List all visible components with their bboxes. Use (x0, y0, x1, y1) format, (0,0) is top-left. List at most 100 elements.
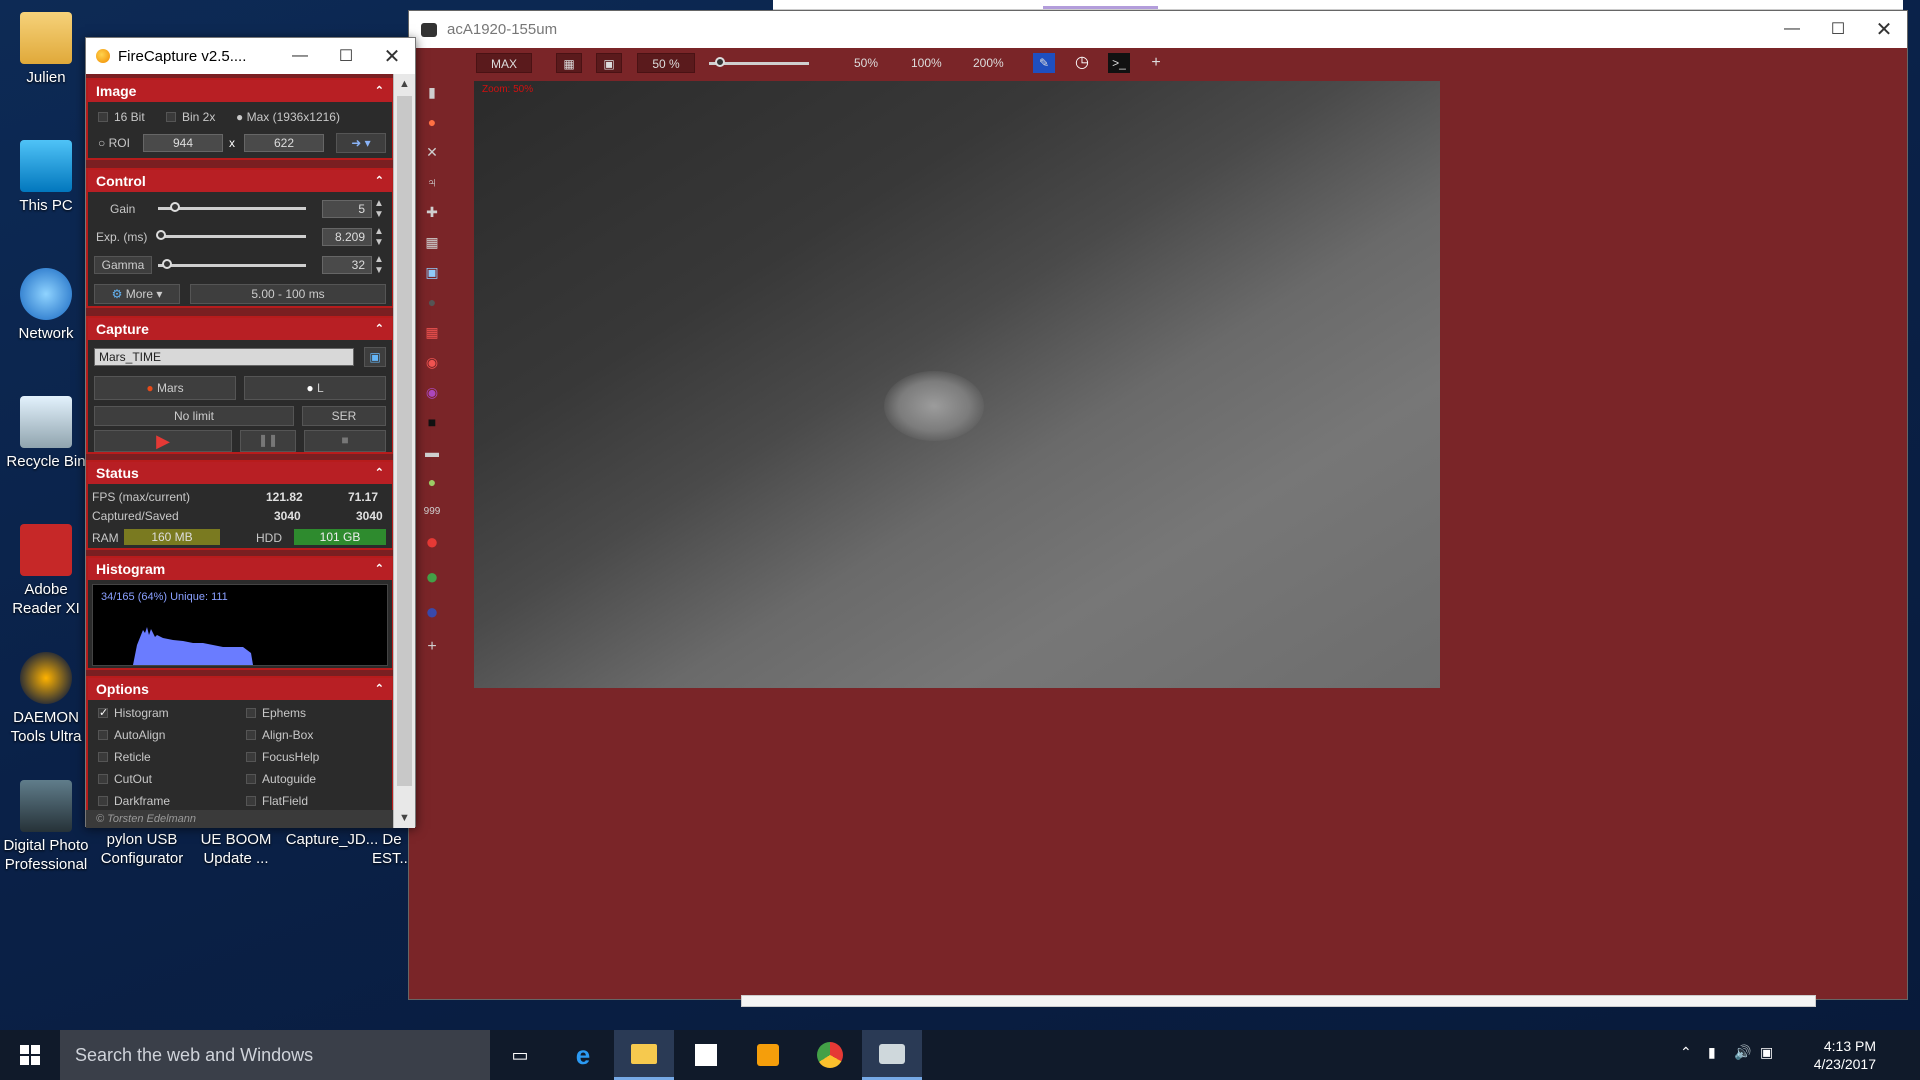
darkframe-option-checkbox[interactable] (98, 796, 108, 806)
maximize-button[interactable]: ☐ (1815, 11, 1861, 47)
desktop-icon-this-pc[interactable]: This PC (0, 140, 94, 215)
collapse-icon[interactable]: ⌃ (375, 318, 384, 340)
autoalign-option-checkbox[interactable] (98, 730, 108, 740)
desktop-icon-network[interactable]: Network (0, 268, 94, 343)
notification-icon[interactable]: ▣ (1760, 1044, 1773, 1061)
status-panel-header[interactable]: Status ⌃ (88, 462, 392, 484)
counter-icon[interactable]: 999 (421, 501, 443, 523)
zoom-slider[interactable] (709, 53, 809, 73)
chrome-icon[interactable] (800, 1030, 860, 1080)
camera-titlebar[interactable]: acA1920-155um — ☐ ✕ (409, 11, 1907, 48)
format-button[interactable]: SER (302, 406, 386, 426)
collapse-icon[interactable]: ⌃ (375, 170, 384, 192)
firecapture-window[interactable]: FireCapture v2.5.... — ☐ ✕ Image ⌃ 16 Bit… (85, 37, 416, 828)
desktop-icon-recycle-bin[interactable]: Recycle Bin (0, 396, 94, 471)
grid-icon[interactable]: ▦ (421, 321, 443, 343)
capture-panel-header[interactable]: Capture ⌃ (88, 318, 392, 340)
add-button[interactable]: + (1147, 53, 1165, 73)
more-button[interactable]: ⚙ More ▾ (94, 284, 180, 304)
gamma-slider-knob[interactable] (162, 259, 172, 269)
capture-limit-button[interactable]: No limit (94, 406, 294, 426)
chat-icon[interactable]: ▣ (421, 261, 443, 283)
gamma-label[interactable]: Gamma (94, 256, 152, 274)
edge-browser-icon[interactable]: e (553, 1030, 613, 1080)
stop-capture-button[interactable]: ■ (304, 430, 386, 452)
full-view-icon[interactable]: ▣ (596, 53, 622, 73)
gain-slider[interactable] (158, 202, 306, 212)
firecapture-scrollbar[interactable]: ▲ ▼ (393, 74, 415, 828)
histogram-option-checkbox[interactable]: ✓ (98, 708, 108, 719)
histogram-panel-header[interactable]: Histogram ⌃ (88, 558, 392, 580)
minus-box-icon[interactable]: ▬ (421, 441, 443, 463)
media-player-icon[interactable] (738, 1030, 798, 1080)
zoom-slider-knob[interactable] (715, 57, 725, 67)
ephems-option-checkbox[interactable] (246, 708, 256, 718)
scroll-up-icon[interactable]: ▲ (394, 74, 415, 94)
zoom-200-button[interactable]: 200% (973, 53, 1021, 73)
collapse-icon[interactable]: ⌃ (375, 80, 384, 102)
desktop-icon-capture[interactable]: Capture_JD... (284, 830, 380, 849)
roi-width-field[interactable]: 944 (143, 134, 223, 152)
roi-height-field[interactable]: 622 (244, 134, 324, 152)
desktop-icon-daemon-tools[interactable]: DAEMON Tools Ultra (0, 652, 94, 746)
calendar-icon[interactable]: ▦ (421, 231, 443, 253)
cutout-option-checkbox[interactable] (98, 774, 108, 784)
file-explorer-icon[interactable] (614, 1030, 674, 1080)
minimize-button[interactable]: — (277, 38, 323, 74)
histogram-tool-icon[interactable]: ▮ (421, 81, 443, 103)
close-button[interactable]: ✕ (369, 38, 415, 74)
exposure-spinner-icon[interactable]: ▲ ▼ (374, 226, 384, 248)
camera-window[interactable]: acA1920-155um — ☐ ✕ MAX ▦ ▣ 50 % 50% 100… (408, 10, 1908, 1000)
desktop-icon-ue-boom[interactable]: UE BOOM Update ... (188, 830, 284, 868)
green-channel-icon[interactable]: ● (421, 566, 443, 588)
gamma-value-field[interactable]: 32 (322, 256, 372, 274)
zoom-100-button[interactable]: 100% (911, 53, 959, 73)
alignbox-option-checkbox[interactable] (246, 730, 256, 740)
task-view-icon[interactable]: ▭ (490, 1030, 550, 1080)
options-panel-header[interactable]: Options ⌃ (88, 678, 392, 700)
target-icon[interactable]: ◉ (421, 351, 443, 373)
pause-capture-button[interactable]: ❚❚ (240, 430, 296, 452)
object-selector-button[interactable]: ● Mars (94, 376, 236, 400)
camera-snapshot-icon[interactable]: ▣ (364, 347, 386, 367)
roi-radio[interactable]: ○ ROI (98, 136, 130, 150)
collapse-icon[interactable]: ⌃ (375, 558, 384, 580)
taskbar-search-box[interactable]: Search the web and Windows (60, 1030, 490, 1080)
scroll-down-icon[interactable]: ▼ (394, 808, 415, 828)
jupiter-symbol-icon[interactable]: ♃ (421, 171, 443, 193)
flatfield-option-checkbox[interactable] (246, 796, 256, 806)
gain-slider-knob[interactable] (170, 202, 180, 212)
zoom-level-button[interactable]: 50 % (637, 53, 695, 73)
black-box-icon[interactable]: ■ (421, 411, 443, 433)
exposure-slider[interactable] (156, 230, 306, 240)
gamma-slider[interactable] (158, 259, 306, 269)
collapse-icon[interactable]: ⌃ (375, 462, 384, 484)
image-panel-header[interactable]: Image ⌃ (88, 80, 392, 102)
firecapture-titlebar[interactable]: FireCapture v2.5.... — ☐ ✕ (86, 38, 415, 74)
globe-icon[interactable]: ● (421, 471, 443, 493)
gain-value-field[interactable]: 5 (322, 200, 372, 218)
minimize-button[interactable]: — (1769, 11, 1815, 47)
autoguide-option-checkbox[interactable] (246, 774, 256, 784)
scroll-thumb[interactable] (397, 96, 412, 786)
camera-app-taskbar-icon[interactable] (862, 1030, 922, 1080)
start-button[interactable] (0, 1030, 60, 1080)
volume-icon[interactable]: 🔊 (1734, 1044, 1751, 1061)
desktop-icon-pylon[interactable]: pylon USB Configurator (94, 830, 190, 868)
add-tool-icon[interactable]: + (421, 636, 443, 658)
color-wheel-icon[interactable]: ◉ (421, 381, 443, 403)
fit-view-icon[interactable]: ▦ (556, 53, 582, 73)
chevron-up-icon[interactable]: ⌃ (1680, 1044, 1692, 1061)
capture-filename-field[interactable]: Mars_TIME (94, 348, 354, 366)
desktop-icon-julien[interactable]: Julien (0, 12, 94, 87)
start-capture-button[interactable]: ▶ (94, 430, 232, 452)
terminal-icon[interactable]: >_ (1108, 53, 1130, 73)
settings-cross-icon[interactable]: ✚ (421, 201, 443, 223)
red-channel-icon[interactable]: ● (421, 531, 443, 553)
bin2x-checkbox[interactable] (166, 112, 176, 122)
crosshair-icon[interactable]: ✕ (421, 141, 443, 163)
max-resolution-radio[interactable]: ● Max (1936x1216) (236, 110, 340, 124)
exposure-slider-knob[interactable] (156, 230, 166, 240)
collapse-icon[interactable]: ⌃ (375, 678, 384, 700)
16bit-checkbox[interactable] (98, 112, 108, 122)
